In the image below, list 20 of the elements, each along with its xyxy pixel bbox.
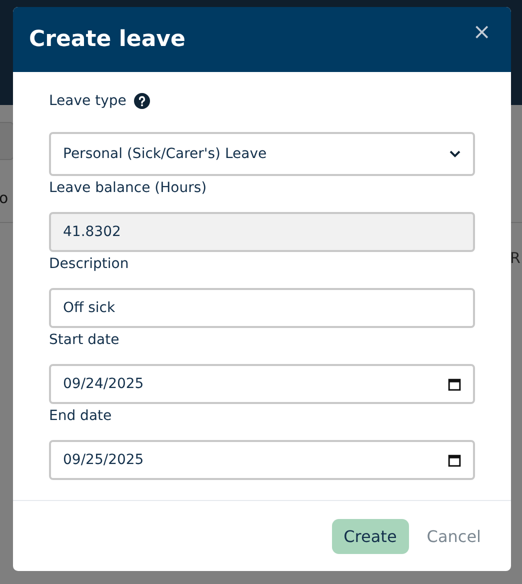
field-label: Description [49,256,129,272]
help-icon[interactable] [134,93,150,109]
field-label: Leave balance (Hours) [49,180,207,196]
input-field[interactable]: Off sick [49,288,475,328]
input-field: 41.8302 [49,212,475,252]
background-text: o [0,189,8,207]
date-field[interactable]: 09/25/2025 [49,440,475,480]
calendar-icon[interactable] [448,378,461,390]
cancel-button[interactable]: Cancel [422,518,485,554]
leave-type-dropdown[interactable]: Personal (Sick/Carer's) Leave [49,132,475,176]
close-button[interactable]: × [468,20,495,45]
field-label: Leave type [49,93,126,109]
chevron-down-icon [449,150,461,158]
date-field[interactable]: 09/24/2025 [49,364,475,404]
dialog-title: Create leave [29,27,186,52]
field-label: Start date [49,332,120,348]
calendar-icon[interactable] [448,454,461,466]
background-text: R [510,249,520,267]
field-label: End date [49,408,112,424]
create-button[interactable]: Create [332,518,409,554]
